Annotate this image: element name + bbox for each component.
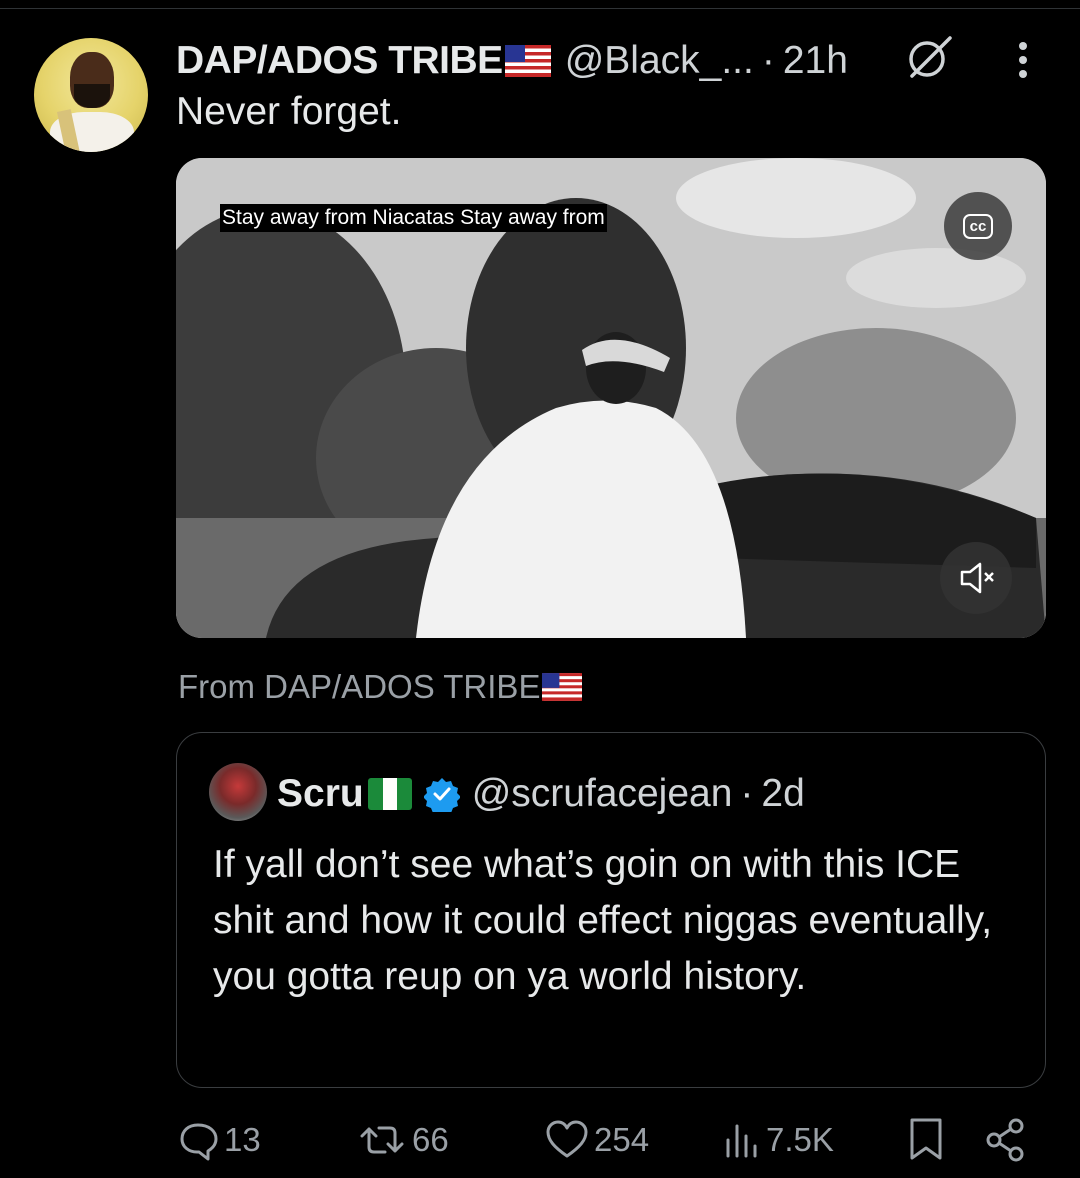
quoted-author-avatar[interactable] [209,763,267,821]
header-separator: · [761,39,775,82]
bookmark-button[interactable] [906,1112,950,1168]
author-handle[interactable]: @Black_... [565,39,754,83]
quoted-tweet[interactable]: Scru @scrufacejean · 2d If yall don’t se… [176,732,1046,1088]
top-divider [0,8,1080,9]
author-display-name[interactable]: DAP/ADOS TRIBE [176,39,503,83]
repost-icon [360,1126,404,1154]
like-icon [546,1120,588,1158]
author-avatar[interactable] [34,38,148,152]
tweet-text: Never forget. [176,90,402,133]
video-player[interactable]: Stay away from Niacatas Stay away from c… [176,158,1046,638]
video-caption: Stay away from Niacatas Stay away from [220,204,607,232]
cc-button[interactable]: cc [944,192,1012,260]
us-flag-icon [504,45,551,77]
reply-count: 13 [224,1121,261,1158]
grok-icon[interactable] [904,32,954,82]
like-count: 254 [594,1121,650,1158]
like-button[interactable]: 254 [544,1112,649,1168]
share-button[interactable] [984,1112,1032,1168]
us-flag-icon [542,673,583,701]
cc-icon: cc [962,213,994,239]
from-attribution[interactable]: From DAP/ADOS TRIBE [178,668,583,706]
action-bar: 13 66 254 7.5K [0,1112,1080,1168]
reply-icon [180,1123,218,1161]
avatar-beard [74,84,110,108]
quoted-author-handle: @scrufacejean [471,772,733,815]
verified-icon [423,778,460,812]
tweet-header: DAP/ADOS TRIBE @Black_... · 21h [176,36,848,86]
views-count: 7.5K [766,1121,834,1158]
quoted-timestamp: 2d [761,772,805,815]
views-button[interactable]: 7.5K [722,1112,834,1168]
reply-button[interactable]: 13 [176,1112,261,1168]
quoted-author-display-name: Scru [277,772,364,815]
bookmark-icon [910,1118,942,1160]
repost-button[interactable]: 66 [356,1112,449,1168]
nigeria-flag-icon [367,778,412,810]
more-icon[interactable] [1010,40,1036,80]
quoted-tweet-text: If yall don’t see what’s goin on with th… [213,843,993,998]
quoted-header-separator: · [740,772,754,815]
views-icon [726,1124,757,1158]
from-label: From DAP/ADOS TRIBE [178,668,541,705]
share-icon [986,1118,1024,1162]
repost-count: 66 [412,1121,449,1158]
tweet-timestamp[interactable]: 21h [783,39,848,83]
mute-icon [960,562,994,594]
quoted-tweet-header: Scru @scrufacejean · 2d [277,767,805,821]
mute-button[interactable] [940,542,1012,614]
